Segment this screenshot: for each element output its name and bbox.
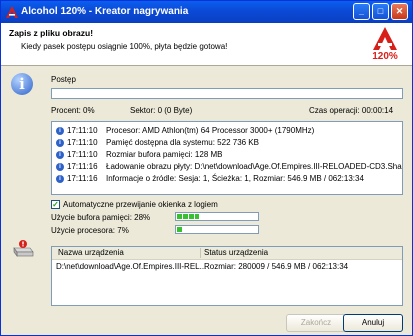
log-message: Rozmiar bufora pamięci: 128 MB bbox=[106, 150, 223, 159]
sector-text: Sektor: 0 (0 Byte) bbox=[130, 106, 193, 115]
device-table[interactable]: Nazwa urządzenia Status urządzenia D:\ne… bbox=[51, 246, 403, 306]
info-icon: i bbox=[11, 73, 33, 95]
progress-bar bbox=[51, 88, 403, 99]
percent-text: Procent: 0% bbox=[51, 106, 95, 115]
info-small-icon: i bbox=[56, 151, 64, 159]
log-time: 17:11:16 bbox=[67, 174, 98, 183]
auto-scroll-checkbox[interactable]: ✓ bbox=[51, 200, 60, 209]
maximize-button[interactable]: □ bbox=[372, 3, 389, 20]
info-small-icon: i bbox=[56, 163, 64, 171]
header-title: Zapis z pliku obrazu! bbox=[9, 28, 94, 38]
column-device-name[interactable]: Nazwa urządzenia bbox=[58, 248, 124, 257]
logo-text: 120% bbox=[372, 51, 398, 62]
operation-time-text: Czas operacji: 00:00:14 bbox=[309, 106, 394, 115]
log-message: Ładowanie obrazu płyty: D:\net\download\… bbox=[106, 162, 403, 171]
log-time: 17:11:16 bbox=[67, 162, 98, 171]
wizard-header: Zapis z pliku obrazu! Kiedy pasek postęp… bbox=[1, 23, 412, 66]
log-item: i 17:11:10 Procesor: AMD Athlon(tm) 64 P… bbox=[54, 126, 400, 136]
log-time: 17:11:10 bbox=[67, 126, 98, 135]
title-bar[interactable]: Alcohol 120% - Kreator nagrywania _ □ ✕ bbox=[1, 1, 412, 23]
log-item: i 17:11:16 Ładowanie obrazu płyty: D:\ne… bbox=[54, 162, 403, 172]
auto-scroll-label[interactable]: Automatyczne przewijanie okienka z logie… bbox=[63, 200, 218, 209]
info-small-icon: i bbox=[56, 175, 64, 183]
alcohol-app-icon bbox=[6, 6, 18, 18]
cpu-usage-label: Użycie procesora: 7% bbox=[51, 226, 129, 235]
info-small-icon: i bbox=[56, 127, 64, 135]
log-item: i 17:11:10 Rozmiar bufora pamięci: 128 M… bbox=[54, 150, 400, 160]
log-message: Informacje o źródle: Sesja: 1, Ścieżka: … bbox=[106, 174, 364, 183]
cpu-usage-fill bbox=[177, 227, 183, 232]
header-subtitle: Kiedy pasek postępu osiągnie 100%, płyta… bbox=[21, 42, 228, 51]
finish-button[interactable]: Zakończ bbox=[286, 314, 346, 332]
buffer-usage-label: Użycie bufora pamięci: 28% bbox=[51, 213, 151, 222]
buffer-usage-meter bbox=[175, 212, 259, 221]
log-list[interactable]: i 17:11:10 Procesor: AMD Athlon(tm) 64 P… bbox=[51, 121, 403, 195]
minimize-button[interactable]: _ bbox=[353, 3, 370, 20]
buffer-usage-fill bbox=[177, 214, 200, 219]
window-title: Alcohol 120% - Kreator nagrywania bbox=[21, 6, 189, 17]
log-item: i 17:11:10 Pamięć dostępna dla systemu: … bbox=[54, 138, 400, 148]
alcohol-120-logo: 120% bbox=[372, 27, 398, 62]
log-item: i 17:11:16 Informacje o źródle: Sesja: 1… bbox=[54, 174, 400, 184]
log-time: 17:11:10 bbox=[67, 138, 98, 147]
info-small-icon: i bbox=[56, 139, 64, 147]
device-status-cell[interactable]: Rozmiar: 280009 / 546.9 MB / 062:13:34 bbox=[204, 262, 348, 271]
log-message: Procesor: AMD Athlon(tm) 64 Processor 30… bbox=[106, 126, 315, 135]
cpu-usage-meter bbox=[175, 225, 259, 234]
device-name-cell[interactable]: D:\net\download\Age.Of.Empires.III-REL..… bbox=[56, 262, 206, 271]
wizard-window: Alcohol 120% - Kreator nagrywania _ □ ✕ … bbox=[0, 0, 413, 336]
column-device-status[interactable]: Status urządzenia bbox=[204, 248, 268, 257]
device-table-header: Nazwa urządzenia Status urządzenia bbox=[52, 247, 402, 260]
close-button[interactable]: ✕ bbox=[391, 3, 408, 20]
column-separator bbox=[200, 248, 201, 258]
drive-icon bbox=[13, 240, 34, 257]
log-time: 17:11:10 bbox=[67, 150, 98, 159]
progress-label: Postęp bbox=[51, 75, 76, 84]
cancel-button[interactable]: Anuluj bbox=[343, 314, 403, 332]
log-message: Pamięć dostępna dla systemu: 522 736 KB bbox=[106, 138, 259, 147]
